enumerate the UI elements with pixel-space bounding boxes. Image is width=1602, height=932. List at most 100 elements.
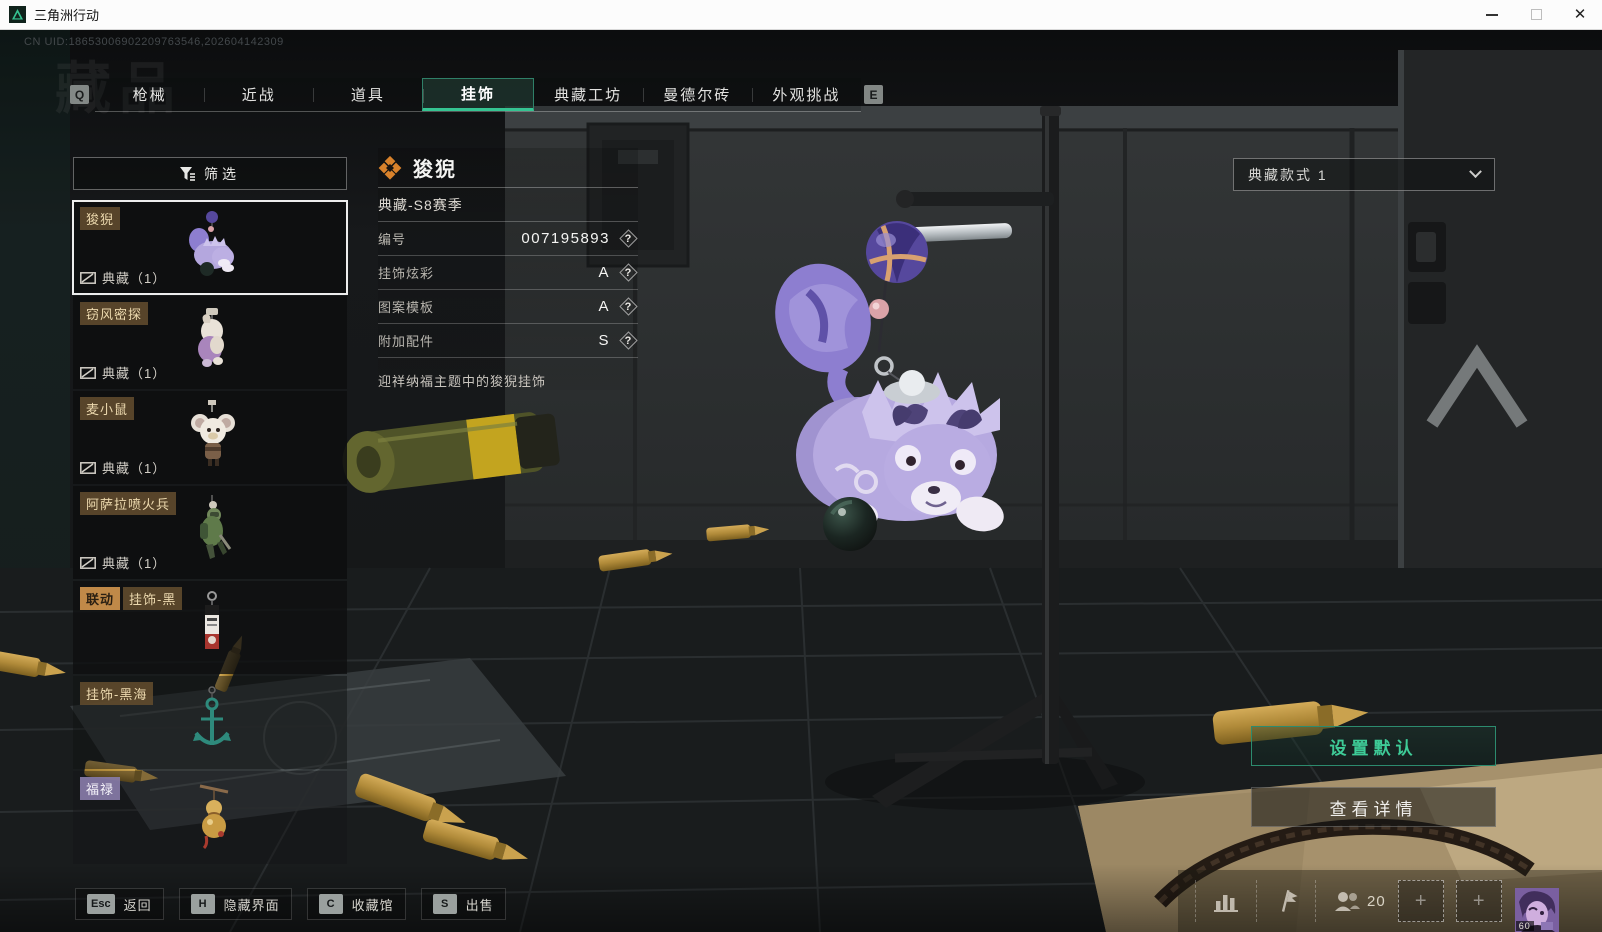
collection-label: 典藏（1） [102,366,167,381]
style-dropdown[interactable]: 典藏款式 1 [1233,158,1495,191]
status-icon-strip: 20 + + 60 [1178,870,1602,932]
avatar-level-badge: 60 [1515,921,1534,931]
item-thumb [170,398,250,481]
flag-icon[interactable] [1274,888,1298,914]
esc-keycap: Esc [87,894,115,914]
item-name-tag: 窃风密探 [80,302,149,325]
category-tabbar: 枪械 近战 道具 挂饰 典藏工坊 曼德尔砖 外观挑战 [95,78,861,112]
tab-mandel-brick[interactable]: 曼德尔砖 [642,78,752,111]
h-keycap: H [190,894,215,914]
hint-back[interactable]: Esc 返回 [75,888,164,920]
row-value: A [598,298,610,315]
s-keycap: S [432,894,457,914]
collection-icon [80,461,96,474]
charm-list-item[interactable]: 窃风密探 典藏（1） [73,296,347,389]
charm-description: 迎祥纳福主题中的狻猊挂饰 [378,374,547,389]
item-name-tag: 挂饰-黑海 [80,682,154,705]
collection-label: 典藏（1） [102,271,167,286]
item-thumb [170,208,250,291]
divider [1256,880,1257,922]
collection-label: 典藏（1） [102,556,167,571]
item-collection: 典藏（1） [80,553,166,572]
charm-list-item[interactable]: 阿萨拉喷火兵 典藏（1） [73,486,347,579]
window-title: 三角洲行动 [34,8,100,23]
close-icon: ✕ [1573,6,1587,23]
app-logo-icon [9,6,26,23]
team-count: 20 [1367,892,1386,910]
row-value: S [598,332,610,349]
detail-row-accessory: 附加配件 S ? [378,324,638,358]
row-label: 图案模板 [378,300,435,315]
charm-season: 典藏-S8赛季 [378,188,638,222]
detail-row-pattern: 图案模板 A ? [378,290,638,324]
minimize-button[interactable] [1470,0,1514,30]
tab-collection-workshop[interactable]: 典藏工坊 [533,78,643,111]
row-value: 007195893 [521,230,610,247]
stats-chart-icon[interactable] [1213,889,1239,913]
help-icon[interactable]: ? [619,297,638,316]
item-name-tag: 阿萨拉喷火兵 [80,492,177,515]
help-icon[interactable]: ? [619,263,638,282]
charm-list-item[interactable]: 挂饰-黑海 [73,676,347,769]
linkage-badge: 联动 [80,587,121,610]
tab-charms[interactable]: 挂饰 [422,78,534,111]
divider [1195,880,1196,922]
rarity-diamond-icon [378,155,402,180]
help-icon[interactable]: ? [619,331,638,350]
tab-next-keycap: E [864,85,883,104]
maximize-icon [1530,9,1542,20]
plus-icon: + [1472,889,1485,912]
tab-melee[interactable]: 近战 [204,78,314,111]
filter-label: 筛选 [204,165,240,182]
account-uid: CN UID:18653006902209763546,202604142309 [24,36,284,48]
collection-icon [80,556,96,569]
tab-prev-keycap: Q [70,85,89,104]
charm-list-item[interactable]: 福禄 [73,771,347,864]
charm-detail-panel: 狻猊 典藏-S8赛季 编号 007195893 ? 挂饰炫彩 A ? 图案模板 … [378,148,638,390]
hint-collection-hall[interactable]: C 收藏馆 [306,888,406,920]
tab-items[interactable]: 道具 [313,78,423,111]
plus-icon: + [1414,889,1427,912]
charm-list-item[interactable]: 麦小鼠 典藏（1） [73,391,347,484]
funnel-icon [180,166,195,181]
team-icon[interactable] [1333,889,1360,913]
row-label: 编号 [378,232,407,247]
filter-button[interactable]: 筛选 [73,157,347,190]
chevron-down-icon [1469,165,1482,179]
collection-icon [80,366,96,379]
item-thumb [170,303,250,386]
collection-icon [80,271,96,284]
player-avatar[interactable]: 60 [1514,888,1559,932]
tab-appearance-challenge[interactable]: 外观挑战 [751,78,861,111]
detail-row-serial: 编号 007195893 ? [378,222,638,256]
divider [1315,880,1316,922]
item-collection: 典藏（1） [80,363,166,382]
item-name-tag: 麦小鼠 [80,397,135,420]
maximize-button[interactable] [1514,0,1558,30]
set-default-button[interactable]: 设置默认 [1251,726,1496,766]
charm-list-item[interactable]: 狻猊 典藏（1） [72,200,348,295]
item-thumb [170,683,250,766]
item-thumb [170,493,250,576]
close-button[interactable]: ✕ [1558,0,1602,30]
row-label: 附加配件 [378,334,435,349]
hint-hide-ui[interactable]: H 隐藏界面 [178,888,292,920]
item-collection: 典藏（1） [80,458,166,477]
item-name-tag: 狻猊 [80,207,121,230]
charm-name: 狻猊 [413,159,457,181]
view-details-button[interactable]: 查看详情 [1251,787,1496,827]
c-keycap: C [318,894,343,914]
charm-list: 狻猊 典藏（1） 窃风密探 典藏（1） 麦小鼠 典藏（1） 阿萨拉喷火兵 典藏（… [72,200,348,866]
hint-sell[interactable]: S 出售 [420,888,506,920]
tab-guns[interactable]: 枪械 [95,78,205,111]
minimize-icon [1486,13,1498,16]
collection-label: 典藏（1） [102,461,167,476]
window-titlebar: 三角洲行动 ✕ [0,0,1602,30]
help-icon[interactable]: ? [619,229,638,248]
style-dropdown-value: 典藏款式 1 [1248,166,1328,183]
item-thumb [170,778,250,861]
charm-list-item[interactable]: 联动 挂饰-黑 [73,581,347,674]
shortcut-hints: Esc 返回 H 隐藏界面 C 收藏馆 S 出售 [75,888,506,920]
add-slot-button[interactable]: + [1397,880,1444,922]
add-slot-button[interactable]: + [1455,880,1502,922]
